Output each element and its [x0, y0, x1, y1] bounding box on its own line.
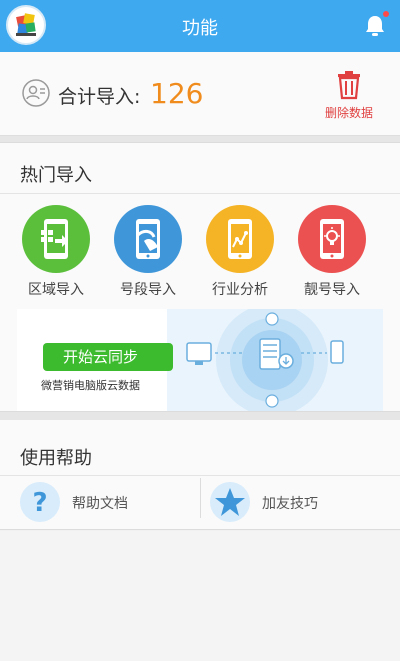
cloud-sync-banner[interactable]: 开始云同步 微营销电脑版云数据 [17, 309, 383, 411]
feature-industry-analysis[interactable]: 行业分析 [195, 205, 285, 299]
question-icon: ? [20, 482, 60, 522]
start-cloud-sync-button[interactable]: 开始云同步 [43, 343, 173, 371]
add-friend-tips-item[interactable]: 加友技巧 [190, 476, 385, 528]
feature-region-import[interactable]: 区域导入 [11, 205, 101, 299]
bell-icon[interactable] [364, 11, 389, 38]
phone-chart-icon [206, 205, 274, 273]
notification-dot [383, 11, 389, 17]
section-gap [0, 412, 400, 420]
phone-grid-icon [22, 205, 90, 273]
empty-area [0, 531, 400, 661]
help-heading: 使用帮助 [20, 448, 92, 469]
feature-segment-import[interactable]: 号段导入 [103, 205, 193, 299]
feature-premium-number-import[interactable]: 靓号导入 [287, 205, 377, 299]
trash-icon[interactable] [336, 70, 362, 100]
banner-subtitle: 微营销电脑版云数据 [41, 379, 140, 392]
feature-label: 行业分析 [212, 282, 268, 298]
hot-imports-heading: 热门导入 [20, 165, 92, 186]
user-icon [22, 79, 50, 107]
import-summary-card: 合计导入: 126 删除数据 [0, 52, 400, 136]
help-vertical-divider [200, 478, 201, 518]
total-import-label: 合计导入: [58, 86, 141, 108]
hot-imports-card: 热门导入 区域导入 号段导入 行业分析 靓号导入 开始云同步 微营销电脑版云数据 [0, 142, 400, 412]
feature-label: 号段导入 [120, 282, 176, 298]
help-item-label: 帮助文档 [72, 496, 128, 512]
top-bar: 功能 [0, 0, 400, 52]
feature-label: 区域导入 [28, 282, 84, 298]
delete-data-button[interactable]: 删除数据 [325, 104, 373, 121]
phone-bulb-icon [298, 205, 366, 273]
star-icon [210, 482, 250, 522]
page-title: 功能 [182, 18, 218, 39]
phone-hand-icon [114, 205, 182, 273]
feature-label: 靓号导入 [304, 282, 360, 298]
help-item-label: 加友技巧 [262, 496, 318, 512]
total-import-count: 126 [150, 77, 204, 110]
svg-text:?: ? [32, 488, 47, 518]
divider [0, 193, 400, 194]
help-docs-item[interactable]: ? 帮助文档 [0, 476, 195, 528]
